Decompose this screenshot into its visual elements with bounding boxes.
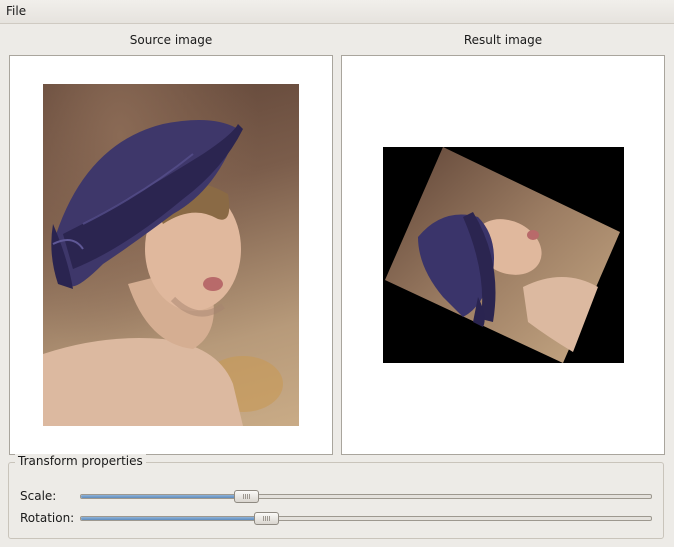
scale-slider-handle[interactable]	[234, 490, 260, 503]
result-image-title: Result image	[463, 33, 543, 47]
source-photo	[43, 84, 299, 426]
file-menu[interactable]: File	[6, 4, 26, 18]
result-image-frame	[341, 55, 665, 455]
transform-properties-group: Transform properties Scale: Rotation:	[8, 454, 664, 539]
transform-properties-title: Transform properties	[15, 454, 146, 468]
rotation-slider-handle[interactable]	[254, 512, 280, 525]
menu-bar: File	[0, 0, 674, 24]
portrait-image	[43, 120, 283, 426]
source-image-title: Source image	[129, 33, 213, 47]
result-canvas	[383, 147, 624, 363]
rotated-portrait-image	[385, 147, 620, 363]
rotation-label: Rotation:	[20, 511, 75, 525]
scale-slider[interactable]	[80, 490, 652, 503]
rotation-slider-fill	[81, 517, 267, 520]
scale-label: Scale:	[20, 489, 57, 503]
source-image-frame	[9, 55, 333, 455]
scale-slider-fill	[81, 495, 247, 498]
rotation-slider[interactable]	[80, 512, 652, 525]
